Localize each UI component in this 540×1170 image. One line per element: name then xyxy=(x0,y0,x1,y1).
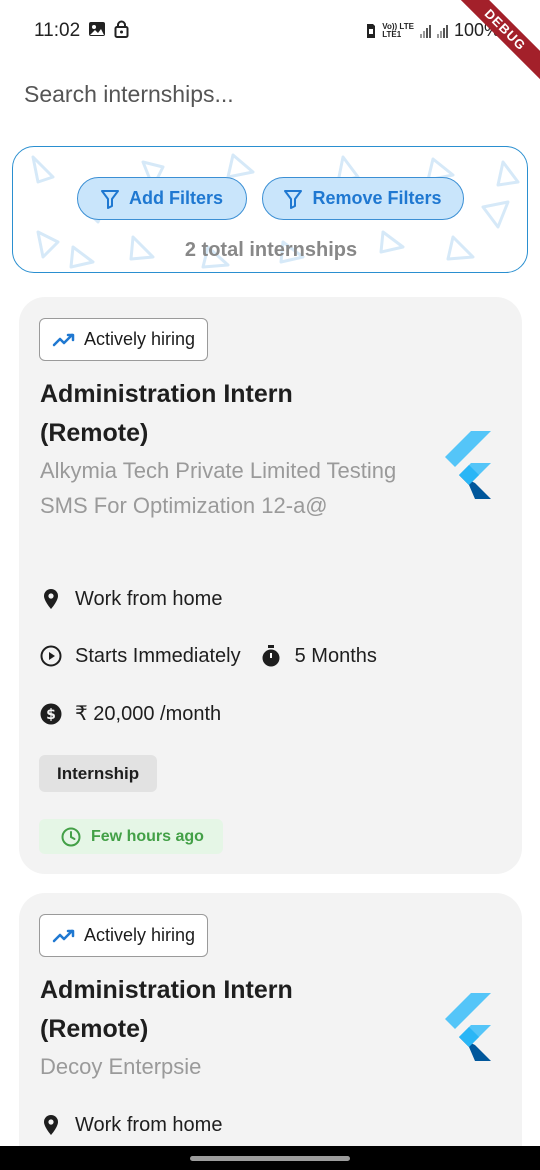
internship-card[interactable]: Actively hiring Administration Intern (R… xyxy=(19,893,522,1170)
flutter-logo-icon xyxy=(445,993,491,1061)
stipend-row: $ ₹ 20,000 /month xyxy=(39,701,221,726)
network-label-bottom: LTE1 xyxy=(382,29,402,39)
location-text: Work from home xyxy=(75,1113,223,1136)
trending-up-icon xyxy=(52,333,75,346)
svg-text:$: $ xyxy=(46,707,56,723)
system-navigation-bar xyxy=(0,1146,540,1170)
actively-hiring-badge: Actively hiring xyxy=(39,914,209,957)
job-title: Administration Intern (Remote) xyxy=(40,380,293,447)
clock-icon xyxy=(61,827,81,846)
job-title: Administration Intern (Remote) xyxy=(40,976,293,1043)
total-internships-count: 2 total internships xyxy=(184,239,358,261)
gallery-icon xyxy=(89,22,105,36)
posted-time-chip: Few hours ago xyxy=(39,819,223,854)
badge-label: Actively hiring xyxy=(84,329,196,349)
location-pin-icon xyxy=(44,589,58,609)
actively-hiring-badge: Actively hiring xyxy=(39,318,209,361)
location-text: Work from home xyxy=(75,587,223,610)
remove-filters-button[interactable]: Remove Filters xyxy=(262,177,464,220)
filter-panel: Add Filters Remove Filters 2 total inter… xyxy=(12,146,528,273)
filter-icon xyxy=(100,189,119,209)
filter-icon xyxy=(284,189,303,209)
play-circle-icon xyxy=(40,645,62,667)
network-label: Vo)) LTE LTE1 xyxy=(382,22,414,39)
internship-type-chip: Internship xyxy=(39,755,158,792)
location-row: Work from home xyxy=(39,1113,222,1137)
start-duration-row: Starts Immediately 5 Months xyxy=(39,644,377,668)
status-time: 11:02 xyxy=(34,20,81,41)
stipend-text: ₹ 20,000 /month xyxy=(75,703,222,725)
debug-label: DEBUG xyxy=(451,0,540,84)
posted-text: Few hours ago xyxy=(91,827,204,845)
start-text: Starts Immediately xyxy=(75,644,241,667)
lock-icon xyxy=(114,20,129,38)
money-icon: $ xyxy=(40,703,62,724)
location-pin-icon xyxy=(44,1115,58,1135)
trending-up-icon xyxy=(52,929,75,942)
signal-1-icon xyxy=(419,24,431,38)
badge-label: Actively hiring xyxy=(84,925,196,945)
location-row: Work from home xyxy=(39,587,222,611)
home-gesture-handle[interactable] xyxy=(190,1156,350,1161)
status-bar: 11:02 Vo)) LTE LTE1 100% DEBUG xyxy=(0,0,540,84)
status-notification-icons xyxy=(88,20,129,38)
remove-filters-label: Remove Filters xyxy=(312,188,442,208)
stopwatch-icon xyxy=(262,645,280,667)
add-filters-label: Add Filters xyxy=(128,188,223,208)
flutter-logo-icon xyxy=(445,431,491,499)
company-name: Decoy Enterpsie xyxy=(40,1054,202,1079)
sim-icon xyxy=(367,23,376,38)
search-input[interactable] xyxy=(24,76,504,112)
internship-card[interactable]: Actively hiring Administration Intern (R… xyxy=(19,297,522,874)
duration-text: 5 Months xyxy=(294,644,377,667)
company-name: Alkymia Tech Private Limited Testing SMS… xyxy=(40,458,397,518)
add-filters-button[interactable]: Add Filters xyxy=(77,177,247,220)
